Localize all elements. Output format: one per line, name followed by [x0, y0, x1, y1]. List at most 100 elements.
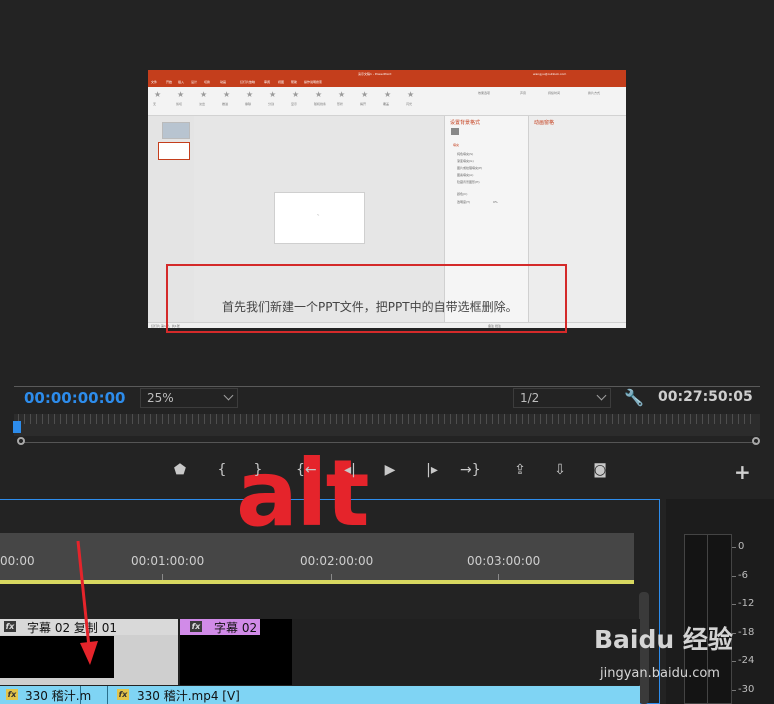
step-back-button[interactable]: ◂| [340, 462, 360, 478]
ppt-tab: 开始 [166, 80, 173, 84]
ppt-ribbon-item-label: 擦除 [245, 102, 252, 106]
ppt-ribbon-item-label: 覆盖 [383, 102, 390, 106]
ppt-format-pane-title: 设置背景格式 [450, 120, 481, 126]
chevron-down-icon [223, 390, 234, 401]
video-track-1: fx 330 稽汁.m fx 330 稽汁.mp4 [V] [0, 686, 640, 704]
ppt-color-label: 颜色(C) [457, 192, 468, 196]
transition-star-icon: ★ [223, 90, 231, 99]
current-timecode[interactable]: 00:00:00:00 [24, 389, 126, 407]
ppt-window-title: 演示文稿1 - PowerPoint [358, 72, 392, 76]
ppt-tab: 切换 [204, 80, 211, 84]
zoom-scroll-right-handle[interactable] [752, 437, 760, 445]
playhead[interactable] [13, 421, 21, 433]
db-label: -6 [738, 569, 748, 581]
ppt-tab: 视图 [278, 80, 285, 84]
duration-timecode: 00:27:50:05 [658, 389, 753, 405]
mark-in-button[interactable]: { [212, 462, 232, 478]
ppt-ribbon-item-label: 分割 [268, 102, 275, 106]
playback-resolution-dropdown[interactable]: 1/2 [513, 388, 611, 408]
export-frame-button[interactable]: ◙ [590, 462, 610, 478]
db-tick [732, 547, 736, 548]
ppt-tab: 设计 [191, 80, 198, 84]
clip-edge[interactable] [80, 686, 81, 704]
ppt-tab: 帮助 [291, 80, 298, 84]
transition-star-icon: ★ [338, 90, 346, 99]
ppt-ribbon-item-label: 显示 [291, 102, 298, 106]
ppt-fill-opt-4: 图案填充(A) [457, 173, 474, 177]
ppt-tab: 插入 [178, 80, 185, 84]
monitor-divider [14, 386, 760, 387]
db-tick [732, 575, 736, 577]
ppt-tab: 幻灯片放映 [240, 80, 256, 84]
db-tick [732, 632, 736, 634]
button-editor-add-button[interactable]: + [734, 460, 751, 484]
mark-out-button[interactable]: } [248, 462, 268, 478]
transition-star-icon: ★ [315, 90, 323, 99]
ppt-fill-opt-2: 渐变填充(G) [457, 159, 474, 163]
ppt-ribbon-item-label: 淡出 [199, 102, 206, 106]
clip-video-b-label[interactable]: 330 稽汁.mp4 [V] [137, 687, 240, 704]
db-label: -24 [738, 655, 755, 666]
extract-button[interactable]: ⇩ [550, 462, 570, 478]
ppt-tab-row: 文件 开始 插入 设计 切换 动画 幻灯片放映 审阅 视图 帮助 操作说明搜索 [148, 79, 626, 87]
clip-subtitle-02-label: 字幕 02 [214, 621, 258, 635]
clip-video-a-label[interactable]: 330 稽汁.m [25, 687, 91, 704]
fx-icon: fx [6, 689, 18, 700]
ppt-ribbon-option: 效果选项 [478, 91, 491, 95]
zoom-scroll-left-handle[interactable] [17, 437, 25, 445]
transition-star-icon: ★ [292, 90, 300, 99]
playback-resolution-value: 1/2 [520, 391, 540, 405]
ppt-transparency-value: 0% [493, 200, 498, 204]
baidu-watermark-brand: Baidu 经验 [594, 625, 733, 654]
transition-star-icon: ★ [177, 90, 185, 99]
ppt-fill-header: 填充 [453, 143, 460, 147]
ppt-tab: 文件 [151, 80, 158, 84]
ppt-fill-opt-1: 纯色填充(S) [457, 152, 474, 156]
ppt-tab: 操作说明搜索 [304, 80, 323, 84]
ppt-thumb-2 [158, 142, 190, 160]
zoom-level-dropdown[interactable]: 25% [140, 388, 238, 408]
play-button[interactable]: ▶ [380, 462, 400, 478]
ppt-transparency-label: 透明度(T) [457, 200, 471, 204]
timeline-time-3: 00:03:00:00 [467, 554, 541, 568]
db-label: -18 [738, 626, 755, 638]
ppt-ribbon-option: 换片方式 [588, 91, 601, 95]
fx-icon: fx [117, 689, 129, 700]
step-forward-button[interactable]: |▸ [422, 462, 442, 478]
fx-icon: fx [4, 621, 16, 632]
transition-star-icon: ★ [200, 90, 208, 99]
ppt-ribbon-item-label: 形状 [337, 102, 344, 106]
ppt-tab: 审阅 [264, 80, 271, 84]
ppt-ribbon-item-label: 无 [153, 102, 157, 106]
ppt-user-email: wangyu@outlook.com [533, 72, 567, 76]
ppt-ribbon-item-label: 揭开 [360, 102, 367, 106]
settings-wrench-icon[interactable]: 🔧 [624, 388, 644, 407]
clip-edge[interactable] [107, 686, 108, 704]
ppt-ribbon: ★ 无 ★ 剪切 ★ 淡出 ★ 推进 ★ 擦除 ★ 分割 ★ 显示 ★ 随机线条 ★ 形状 ★ 揭开 ★ 覆盖 ★ 闪光 效果选… [148, 87, 626, 116]
ppt-title-bar: 演示文稿1 - PowerPoint wangyu@outlook.com [148, 70, 626, 79]
chevron-down-icon [596, 390, 607, 401]
db-tick [732, 661, 736, 662]
zoom-scrollbar[interactable] [22, 442, 756, 443]
ppt-ribbon-option: 声音 [520, 91, 527, 95]
go-to-out-button[interactable]: →} [460, 462, 481, 478]
lift-button[interactable]: ⇪ [510, 462, 530, 478]
db-label: -12 [738, 598, 755, 609]
add-marker-button[interactable]: ⬟ [170, 462, 190, 478]
ppt-ribbon-item-label: 随机线条 [314, 102, 327, 106]
clip-subtitle-02-header[interactable]: fx 字幕 02 [180, 619, 260, 635]
ppt-fill-opt-5: 隐藏背景图形(H) [457, 180, 480, 184]
cursor-icon: ↖ [317, 213, 320, 217]
transition-star-icon: ★ [246, 90, 254, 99]
ppt-slide: ↖ [274, 192, 365, 244]
zoom-level-value: 25% [147, 391, 174, 405]
ppt-ribbon-item-label: 推进 [222, 102, 229, 106]
ppt-anim-pane-title: 动画窗格 [534, 120, 555, 126]
db-tick [732, 604, 736, 605]
ruler-ticks [18, 414, 756, 424]
transition-star-icon: ★ [384, 90, 392, 99]
go-to-in-button[interactable]: {← [296, 462, 317, 478]
timeline-time-0: 00:00 [0, 554, 35, 568]
red-arrow-annotation [76, 540, 98, 665]
db-label: -30 [738, 683, 755, 695]
